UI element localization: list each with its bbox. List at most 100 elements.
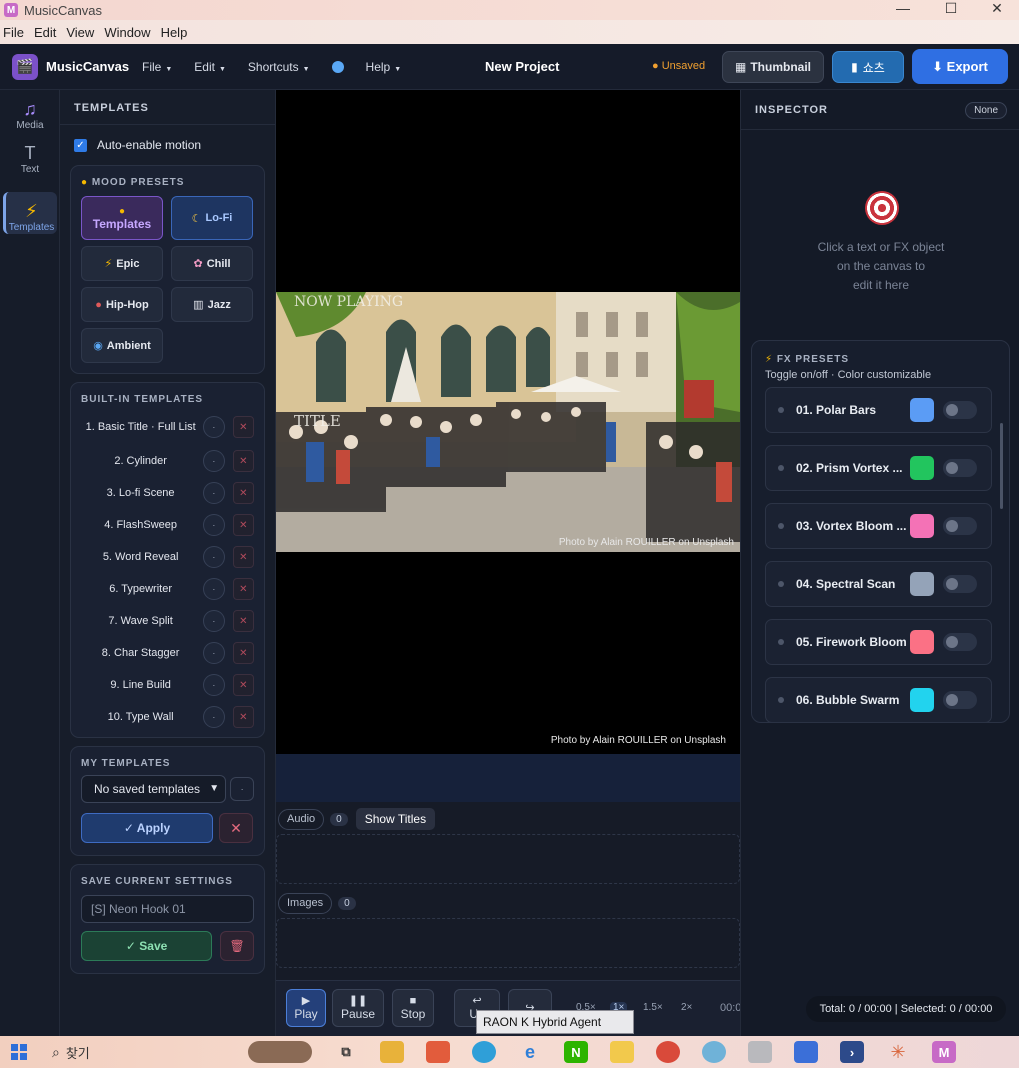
powershell-icon[interactable]: › — [840, 1041, 864, 1063]
fx-row[interactable]: 04. Spectral Scan — [765, 561, 992, 607]
preview-canvas[interactable]: NOW PLAYING TITLE Photo by Alain ROUILLE… — [276, 90, 740, 754]
template-remove-icon[interactable]: ✕ — [232, 642, 255, 664]
fx-row[interactable]: 06. Bubble Swarm — [765, 677, 992, 722]
template-name-input[interactable]: [S] Neon Hook 01 — [81, 895, 254, 923]
images-dropzone[interactable] — [276, 918, 740, 968]
start-button[interactable] — [0, 1036, 38, 1068]
template-remove-icon[interactable]: ✕ — [232, 578, 255, 600]
my-templates-menu-button[interactable]: · — [230, 777, 254, 801]
fx-row[interactable]: 05. Firework Bloom — [765, 619, 992, 665]
checkbox-checked-icon[interactable]: ✓ — [74, 138, 87, 152]
template-apply-icon[interactable]: · — [203, 416, 225, 438]
template-remove-icon[interactable]: ✕ — [232, 706, 255, 728]
color-swatch[interactable] — [910, 630, 934, 654]
template-apply-icon[interactable]: · — [203, 546, 225, 568]
top-menu-edit[interactable]: Edit ▼ — [194, 60, 226, 74]
my-templates-select[interactable]: No saved templates ▼ — [81, 775, 227, 803]
top-menu-file[interactable]: File ▼ — [142, 60, 172, 74]
template-remove-icon[interactable]: ✕ — [232, 416, 255, 438]
audio-dropzone[interactable] — [276, 834, 740, 884]
color-swatch[interactable] — [910, 688, 934, 712]
notes-icon[interactable] — [748, 1041, 772, 1063]
fx-row[interactable]: 02. Prism Vortex ... — [765, 445, 992, 491]
template-apply-icon[interactable]: · — [203, 578, 225, 600]
template-remove-icon[interactable]: ✕ — [232, 514, 255, 536]
minimize-button[interactable]: — — [880, 0, 926, 20]
rail-media[interactable]: ♫ Media — [3, 90, 57, 134]
template-row[interactable]: 4. FlashSweep · ✕ — [71, 509, 264, 541]
template-apply-icon[interactable]: · — [203, 450, 225, 472]
claude-icon[interactable]: ✳ — [886, 1041, 910, 1063]
internet-explorer-icon[interactable]: e — [518, 1041, 542, 1063]
show-titles-button[interactable]: Show Titles — [355, 808, 436, 830]
cortana-avatar-icon[interactable] — [248, 1041, 312, 1063]
menu-view[interactable]: View — [63, 25, 101, 40]
title-overlay[interactable]: TITLE — [294, 412, 341, 430]
sticky-notes-icon[interactable] — [610, 1041, 634, 1063]
thumbnail-button[interactable]: ▦ Thumbnail — [722, 51, 824, 83]
speed-1.5x[interactable]: 1.5× — [643, 1002, 663, 1013]
timeline-strip[interactable] — [276, 754, 740, 802]
template-row[interactable]: 8. Char Stagger · ✕ — [71, 637, 264, 669]
chrome-icon[interactable] — [656, 1041, 680, 1063]
mood-jazz[interactable]: ▥ Jazz — [171, 287, 253, 322]
template-apply-icon[interactable]: · — [203, 514, 225, 536]
fx-scrollbar[interactable] — [1000, 423, 1003, 509]
top-menu-shortcuts[interactable]: Shortcuts ▼ — [248, 60, 310, 74]
template-remove-icon[interactable]: ✕ — [232, 546, 255, 568]
auto-motion-row[interactable]: ✓ Auto-enable motion — [60, 125, 275, 165]
fx-toggle[interactable] — [943, 401, 977, 419]
template-remove-icon[interactable]: ✕ — [232, 450, 255, 472]
template-row[interactable]: 6. Typewriter · ✕ — [71, 573, 264, 605]
template-apply-icon[interactable]: · — [203, 610, 225, 632]
menu-window[interactable]: Window — [101, 25, 157, 40]
export-button[interactable]: ⬇ Export — [912, 49, 1008, 84]
task-view-icon[interactable]: ⧉ — [334, 1041, 358, 1063]
template-row[interactable]: 5. Word Reveal · ✕ — [71, 541, 264, 573]
menu-help[interactable]: Help — [158, 25, 195, 40]
trash-icon[interactable]: 🗑 — [220, 931, 254, 961]
mood-hiphop[interactable]: ● Hip-Hop — [81, 287, 163, 322]
crop-tool-icon[interactable] — [794, 1041, 818, 1063]
maximize-button[interactable]: ☐ — [928, 0, 974, 20]
mood-templates[interactable]: ● Templates — [81, 196, 163, 240]
template-row[interactable]: 1. Basic Title · Full List · ✕ — [71, 409, 264, 445]
color-swatch[interactable] — [910, 572, 934, 596]
app-icon[interactable] — [702, 1041, 726, 1063]
fx-toggle[interactable] — [943, 459, 977, 477]
template-row[interactable]: 10. Type Wall · ✕ — [71, 701, 264, 733]
play-button[interactable]: ▶ Play — [286, 989, 326, 1027]
fx-row[interactable]: 01. Polar Bars — [765, 387, 992, 433]
color-swatch[interactable] — [910, 398, 934, 422]
menu-edit[interactable]: Edit — [31, 25, 63, 40]
template-row[interactable]: 7. Wave Split · ✕ — [71, 605, 264, 637]
apply-button[interactable]: ✓ Apply — [81, 813, 213, 843]
fx-toggle[interactable] — [943, 517, 977, 535]
now-playing-overlay[interactable]: NOW PLAYING — [294, 294, 403, 310]
template-remove-icon[interactable]: ✕ — [232, 674, 255, 696]
template-apply-icon[interactable]: · — [203, 674, 225, 696]
close-icon[interactable]: ✕ — [219, 813, 253, 843]
template-row[interactable]: 9. Line Build · ✕ — [71, 669, 264, 701]
template-row[interactable]: 3. Lo-fi Scene · ✕ — [71, 477, 264, 509]
mood-chill[interactable]: ✿ Chill — [171, 246, 253, 281]
fx-toggle[interactable] — [943, 691, 977, 709]
musiccanvas-taskbar-icon[interactable]: M — [932, 1041, 956, 1063]
template-remove-icon[interactable]: ✕ — [232, 610, 255, 632]
stop-button[interactable]: ■ Stop — [392, 989, 434, 1027]
template-row[interactable]: 2. Cylinder · ✕ — [71, 445, 264, 477]
template-apply-icon[interactable]: · — [203, 642, 225, 664]
template-apply-icon[interactable]: · — [203, 482, 225, 504]
mood-ambient[interactable]: ◉ Ambient — [81, 328, 163, 363]
fx-toggle[interactable] — [943, 575, 977, 593]
store-icon[interactable] — [426, 1041, 450, 1063]
color-swatch[interactable] — [910, 456, 934, 480]
mood-epic[interactable]: ⚡ Epic — [81, 246, 163, 281]
fx-row[interactable]: 03. Vortex Bloom ... — [765, 503, 992, 549]
edge-icon[interactable] — [472, 1041, 496, 1063]
rail-text[interactable]: T Text — [3, 134, 57, 178]
mood-lofi[interactable]: ☾ Lo-Fi — [171, 196, 253, 240]
pause-button[interactable]: ❚❚ Pause — [332, 989, 384, 1027]
save-button[interactable]: ✓ Save — [81, 931, 213, 961]
close-button[interactable]: ✕ — [974, 0, 1019, 20]
